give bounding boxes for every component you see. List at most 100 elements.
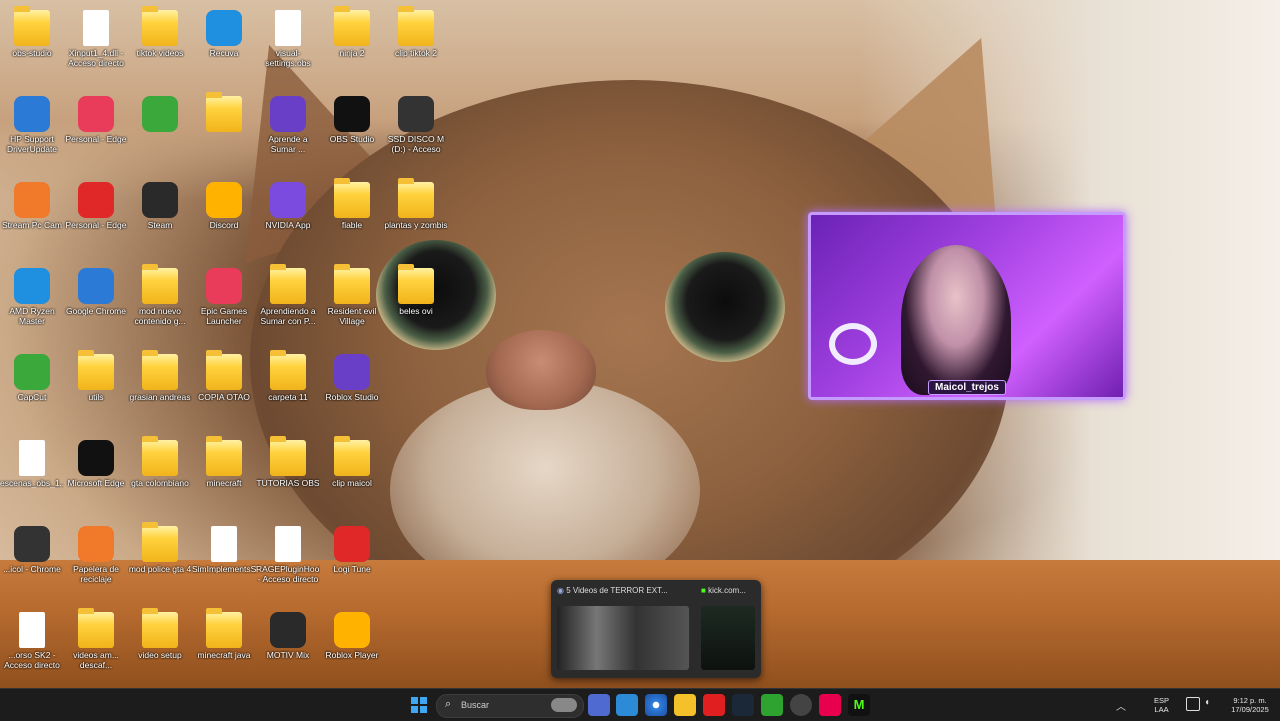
- kick-taskbar-icon[interactable]: M: [848, 694, 870, 716]
- desktop-icon[interactable]: visual-settings.obs: [256, 8, 320, 92]
- desktop-icon[interactable]: SimImplementsSetting: [192, 524, 256, 608]
- desktop-icon[interactable]: beles ovi: [384, 264, 448, 350]
- desktop-icon[interactable]: CapCut: [0, 352, 64, 436]
- desktop-icon[interactable]: clip maicol: [320, 436, 384, 522]
- app-icon: [78, 182, 114, 218]
- webcam-name-label: Maicol_trejos: [928, 380, 1006, 395]
- desktop-icon[interactable]: Personal - Edge: [64, 94, 128, 178]
- file-icon: [83, 10, 109, 46]
- search-icon: ⌕: [445, 698, 452, 710]
- taskbar-search[interactable]: ⌕ Buscar: [436, 694, 584, 718]
- desktop-icon[interactable]: clip tiktok 2: [384, 6, 448, 92]
- preview-tab-kick[interactable]: ■ kick.com...: [701, 586, 757, 600]
- folder-icon: [206, 608, 242, 648]
- taskbar-window-preview[interactable]: ◉ 5 Videos de TERROR EXT... ■ kick.com..…: [551, 580, 761, 678]
- desktop-icon-label: carpeta 11: [268, 392, 308, 402]
- network-icon[interactable]: [1186, 697, 1200, 711]
- desktop-icon[interactable]: ...icol - Chrome: [0, 524, 64, 608]
- desktop-icon[interactable]: carpeta 11: [256, 350, 320, 436]
- desktop-icon[interactable]: Roblox Studio: [320, 352, 384, 436]
- desktop-icon[interactable]: TUTORIAS OBS: [256, 436, 320, 522]
- desktop-icon[interactable]: Resident evil Village: [320, 264, 384, 350]
- folder-icon: [78, 350, 114, 390]
- desktop-icon[interactable]: HP Support DriverUpdate: [0, 94, 64, 178]
- preview-thumbnail-kick[interactable]: [701, 606, 755, 670]
- desktop-icon[interactable]: grasian andreas: [128, 350, 192, 436]
- desktop-icon[interactable]: tiktok videos: [128, 6, 192, 92]
- volume-icon[interactable]: ◖: [1204, 697, 1216, 709]
- steam-taskbar-icon[interactable]: [732, 694, 754, 716]
- desktop-icon[interactable]: [192, 92, 256, 178]
- settings-icon[interactable]: [790, 694, 812, 716]
- desktop-icon-label: video setup: [138, 650, 182, 660]
- copilot-icon[interactable]: [588, 694, 610, 716]
- folder-icon: [142, 264, 178, 304]
- desktop-icon[interactable]: Aprende a Sumar ...: [256, 94, 320, 178]
- desktop-icon[interactable]: Microsoft Edge: [64, 438, 128, 522]
- desktop-icon[interactable]: [128, 94, 192, 178]
- desktop-icon-label: OBS Studio: [329, 134, 375, 144]
- desktop-icon-label: Aprendiendo a Sumar con P...: [260, 306, 316, 326]
- desktop-icon[interactable]: video setup: [128, 608, 192, 694]
- desktop-icon[interactable]: AMD Ryzen Master: [0, 266, 64, 350]
- app-icon: [398, 96, 434, 132]
- start-button[interactable]: [408, 694, 430, 716]
- store-icon[interactable]: [616, 694, 638, 716]
- desktop-icon[interactable]: obs-studio: [0, 6, 64, 92]
- desktop-icon[interactable]: Roblox Player: [320, 610, 384, 694]
- desktop-icon[interactable]: escenas_obs_1...: [0, 438, 64, 522]
- folder-icon: [142, 608, 178, 648]
- clock[interactable]: 9:12 p. m. 17/09/2025: [1222, 696, 1278, 714]
- preview-tab-video[interactable]: ◉ 5 Videos de TERROR EXT...: [557, 586, 687, 600]
- desktop-icon[interactable]: NVIDIA App: [256, 180, 320, 264]
- desktop-icon[interactable]: COPIA OTAO: [192, 350, 256, 436]
- app-icon: [206, 10, 242, 46]
- desktop-icon[interactable]: mod nuevo contenido g...: [128, 264, 192, 350]
- desktop-icon[interactable]: gta colombiano: [128, 436, 192, 522]
- language-indicator[interactable]: ESP LAA: [1154, 696, 1169, 714]
- app-icon: [334, 354, 370, 390]
- youtube-icon[interactable]: [703, 694, 725, 716]
- desktop-icon[interactable]: Discord: [192, 180, 256, 264]
- desktop-icon-label: SSD DISCO M (D:) - Acceso directo: [387, 134, 445, 154]
- desktop-icon[interactable]: Epic Games Launcher: [192, 266, 256, 350]
- file-explorer-icon[interactable]: [674, 694, 696, 716]
- chrome-taskbar-icon[interactable]: [645, 694, 667, 716]
- folder-icon: [270, 264, 306, 304]
- app-icon: [14, 268, 50, 304]
- desktop-icon[interactable]: videos am... descaf...: [64, 608, 128, 694]
- desktop-icon[interactable]: ...orso SK2 - Acceso directo: [0, 610, 64, 694]
- desktop-icon[interactable]: Logi Tune: [320, 524, 384, 608]
- desktop-icon[interactable]: minecraft java: [192, 608, 256, 694]
- desktop-icon[interactable]: Personal - Edge: [64, 180, 128, 264]
- desktop-icon-label: Discord: [209, 220, 239, 230]
- preview-thumbnail-video[interactable]: [557, 606, 689, 670]
- desktop-icon[interactable]: Google Chrome: [64, 266, 128, 350]
- desktop-icon[interactable]: utils: [64, 350, 128, 436]
- app-icon: [78, 268, 114, 304]
- desktop-icon[interactable]: RAGEPluginHook - Acceso directo: [256, 524, 320, 608]
- desktop-icon[interactable]: Recuva: [192, 8, 256, 92]
- desktop-icon[interactable]: Steam: [128, 180, 192, 264]
- desktop-icon[interactable]: Papelera de reciclaje: [64, 524, 128, 608]
- folder-icon: [334, 436, 370, 476]
- xbox-icon[interactable]: [761, 694, 783, 716]
- tray-overflow-icon[interactable]: ︿: [1116, 698, 1126, 713]
- desktop-icon[interactable]: ninja 2: [320, 6, 384, 92]
- desktop-icon[interactable]: Aprendiendo a Sumar con P...: [256, 264, 320, 350]
- desktop-icon[interactable]: Xinput1_4.dll - Acceso directo: [64, 8, 128, 92]
- desktop-icon[interactable]: plantas y zombis: [384, 178, 448, 264]
- desktop-icon[interactable]: minecraft: [192, 436, 256, 522]
- desktop-icon[interactable]: OBS Studio: [320, 94, 384, 178]
- wallpaper-cat-eye-right: [665, 252, 785, 362]
- desktop-icon[interactable]: Stream Pc Cam: [0, 180, 64, 264]
- desktop-icon-label: plantas y zombis: [384, 220, 448, 230]
- folder-icon: [270, 436, 306, 476]
- desktop-icon[interactable]: fiable: [320, 178, 384, 264]
- desktop-icon[interactable]: SSD DISCO M (D:) - Acceso directo: [384, 94, 448, 178]
- folder-icon: [206, 92, 242, 132]
- folder-icon: [398, 264, 434, 304]
- tiktok-icon[interactable]: [819, 694, 841, 716]
- desktop-icon[interactable]: mod police gta 4: [128, 522, 192, 608]
- desktop-icon[interactable]: MOTIV Mix: [256, 610, 320, 694]
